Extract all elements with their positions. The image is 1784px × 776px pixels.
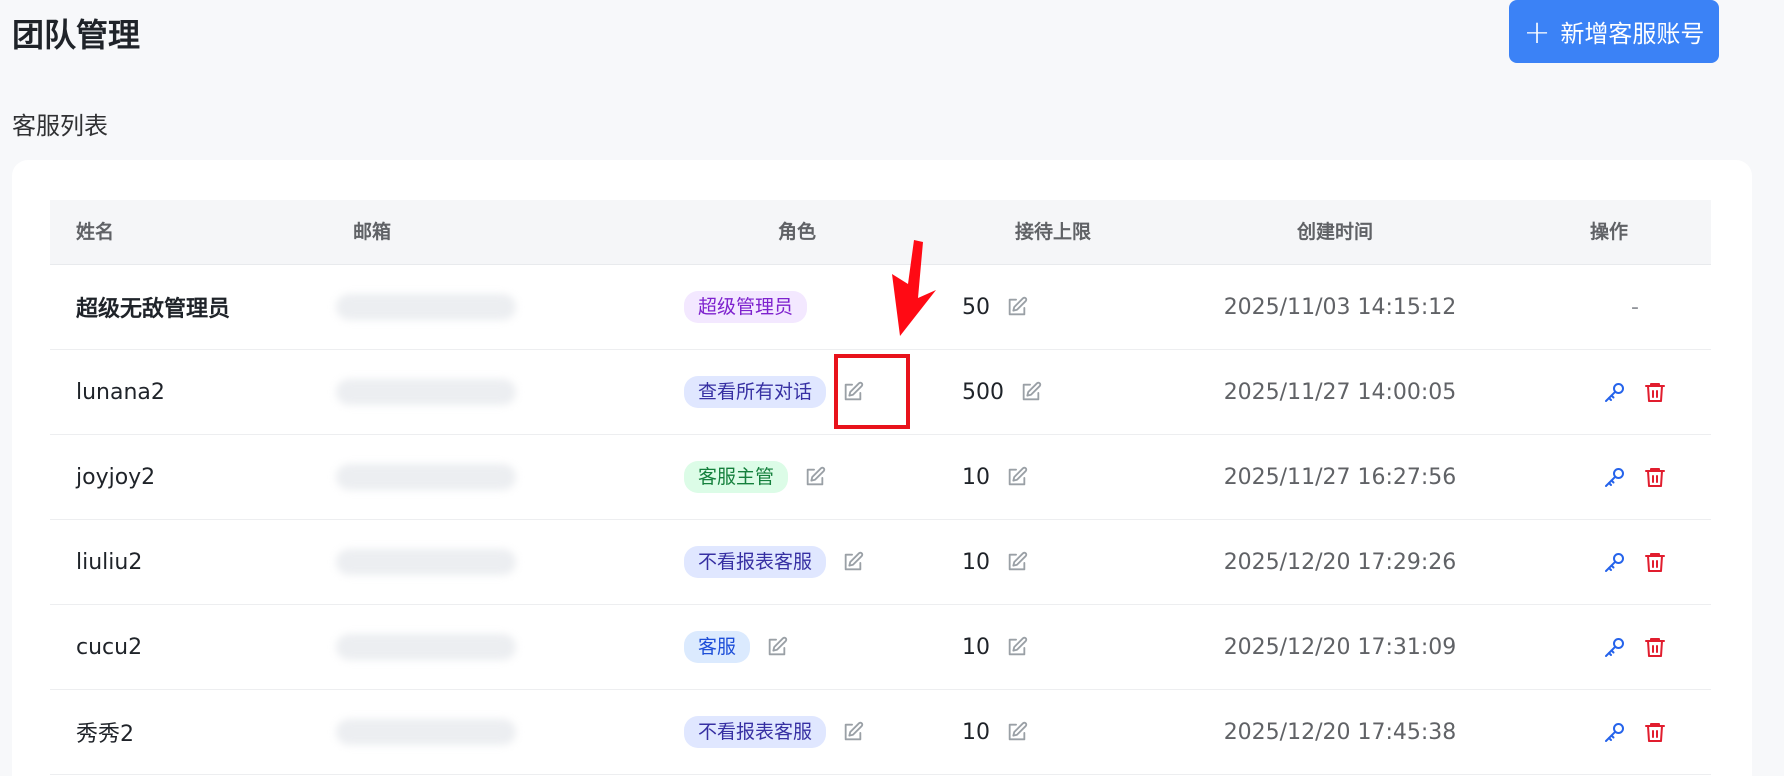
trash-icon[interactable] [1643,550,1667,574]
role-cell: 不看报表客服 [684,690,864,774]
agent-name: 超级无敌管理员 [76,297,231,322]
agent-email-redacted [336,265,534,349]
column-header-created: 创建时间 [1297,221,1374,243]
row-actions [1570,350,1700,434]
role-cell: 超级管理员 [684,265,808,349]
add-agent-account-button[interactable]: + 新增客服账号 [1509,0,1719,63]
table-row: liuliu2 不看报表客服 10 2025/12/20 17:29:26 [50,520,1711,605]
page-title: 团队管理 [12,16,141,54]
agent-email-redacted [336,435,534,519]
trash-icon[interactable] [1643,720,1667,744]
created-time: 2025/11/03 14:15:12 [1223,294,1457,320]
agent-name: joyjoy2 [76,464,156,490]
edit-role-icon[interactable] [804,466,826,488]
row-actions [1570,435,1700,519]
trash-icon[interactable] [1643,465,1667,489]
edit-limit-icon[interactable] [1006,721,1028,743]
trash-icon[interactable] [1643,635,1667,659]
role-cell: 客服主管 [684,435,826,519]
edit-role-icon[interactable] [842,721,864,743]
no-actions: - [1631,294,1639,320]
row-actions [1570,605,1700,689]
reception-limit: 10 [962,634,990,660]
agent-email-redacted [336,520,534,604]
agent-name: cucu2 [76,634,143,660]
role-cell: 客服 [684,605,788,689]
role-badge: 客服 [684,631,751,663]
limit-cell: 500 [962,350,1042,434]
key-icon[interactable] [1603,550,1627,574]
role-badge: 不看报表客服 [684,716,827,748]
reception-limit: 10 [962,464,990,490]
table-row: cucu2 客服 10 2025/12/20 17:31:09 [50,605,1711,690]
row-actions [1570,520,1700,604]
column-header-limit: 接待上限 [1015,221,1092,243]
edit-limit-icon[interactable] [1006,466,1028,488]
column-header-email: 邮箱 [353,221,392,243]
key-icon[interactable] [1603,635,1627,659]
limit-cell: 10 [962,690,1028,774]
role-badge: 客服主管 [684,461,789,493]
agent-name: lunana2 [76,379,165,405]
team-management-page: 团队管理 + 新增客服账号 客服列表 姓名 邮箱 角色 接待上限 创建时间 操作… [0,0,1784,776]
created-time: 2025/12/20 17:45:38 [1223,719,1457,745]
edit-role-icon[interactable] [766,636,788,658]
reception-limit: 50 [962,294,990,320]
table-row: 秀秀2 不看报表客服 10 2025/12/20 17:45:38 [50,690,1711,775]
key-icon[interactable] [1603,465,1627,489]
edit-limit-icon[interactable] [1006,551,1028,573]
column-header-role: 角色 [778,221,817,243]
edit-limit-icon[interactable] [1006,636,1028,658]
edit-limit-icon[interactable] [1020,381,1042,403]
limit-cell: 10 [962,435,1028,519]
key-icon[interactable] [1603,720,1627,744]
agent-name: liuliu2 [76,549,143,575]
limit-cell: 10 [962,520,1028,604]
agent-name: 秀秀2 [76,722,134,747]
created-time: 2025/12/20 17:31:09 [1223,634,1457,660]
created-time: 2025/11/27 14:00:05 [1223,379,1457,405]
agent-email-redacted [336,690,534,774]
edit-role-icon[interactable] [842,551,864,573]
plus-icon: + [1523,12,1551,51]
agent-email-redacted [336,350,534,434]
column-header-actions: 操作 [1590,221,1629,243]
reception-limit: 10 [962,719,990,745]
annotation-arrow-icon [892,240,936,336]
created-time: 2025/12/20 17:29:26 [1223,549,1457,575]
limit-cell: 50 [962,265,1028,349]
annotation-highlight-box [834,354,910,429]
role-badge: 查看所有对话 [684,376,827,408]
role-badge: 超级管理员 [684,291,808,323]
reception-limit: 500 [962,379,1004,405]
trash-icon[interactable] [1643,380,1667,404]
edit-limit-icon[interactable] [1006,296,1028,318]
section-title: 客服列表 [12,112,108,140]
column-header-name: 姓名 [76,221,115,243]
row-actions [1570,690,1700,774]
role-cell: 不看报表客服 [684,520,864,604]
agent-email-redacted [336,605,534,689]
created-time: 2025/11/27 16:27:56 [1223,464,1457,490]
table-row: joyjoy2 客服主管 10 2025/11/27 16:27:56 [50,435,1711,520]
limit-cell: 10 [962,605,1028,689]
reception-limit: 10 [962,549,990,575]
role-badge: 不看报表客服 [684,546,827,578]
add-agent-account-label: 新增客服账号 [1560,20,1705,48]
key-icon[interactable] [1603,380,1627,404]
